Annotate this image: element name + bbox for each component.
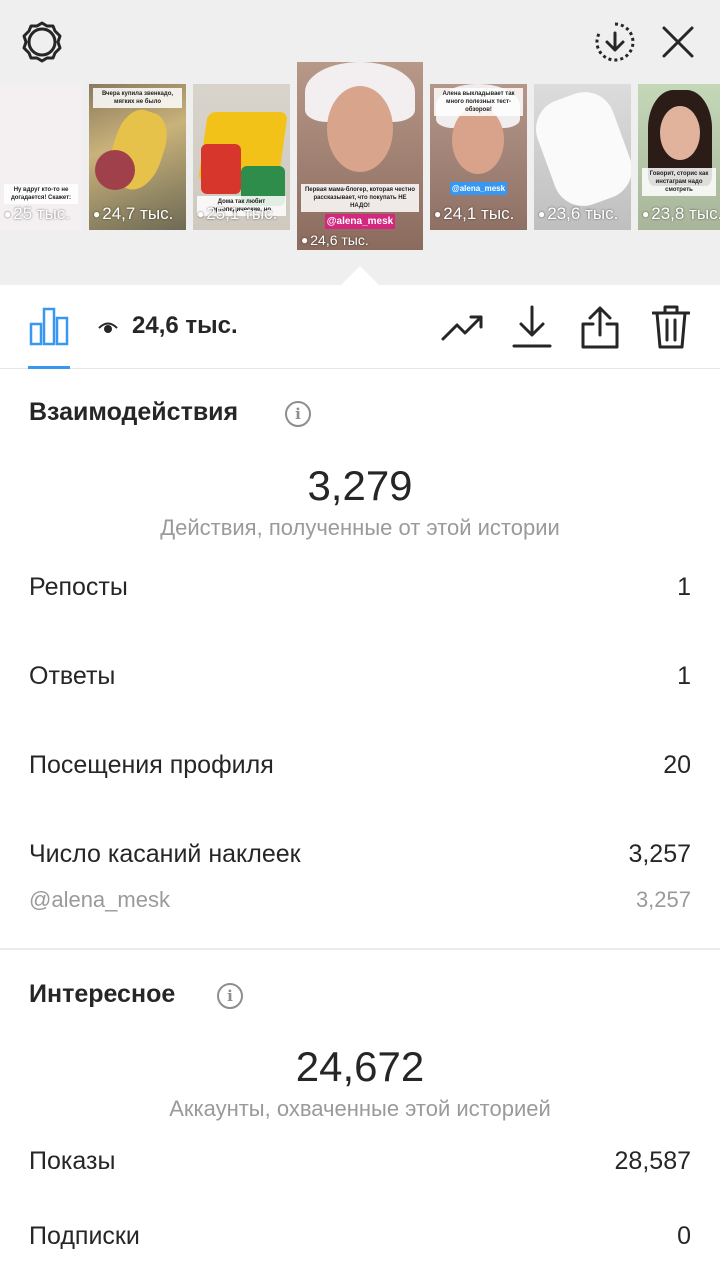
interactions-title: Взаимодействия — [29, 398, 239, 426]
story-views: ● 25,1 тыс. — [197, 204, 278, 223]
stat-label: Репосты — [29, 573, 128, 601]
stat-value: 3,257 — [628, 840, 691, 868]
stat-row-impressions: Показы 28,587 — [29, 1147, 691, 1176]
stat-value: 28,587 — [614, 1147, 691, 1175]
gear-icon — [22, 21, 62, 63]
story-views: ● 24,1 тыс. — [434, 204, 515, 223]
stat-row-follows: Подписки 0 — [29, 1222, 691, 1251]
download-circle-icon — [595, 22, 635, 62]
story-thumbnail[interactable]: Вчера купила звенкадо, мягких не было ● 2… — [89, 84, 186, 230]
story-thumbnail[interactable]: Дома так любит ортопедические, но ● 25,1 … — [193, 84, 290, 230]
delete-button[interactable] — [650, 304, 692, 350]
story-views: ● 24,6 тыс. — [301, 232, 369, 248]
stat-value: 1 — [677, 573, 691, 601]
story-caption: Алена выкладывает так много полезных тес… — [434, 88, 523, 116]
stat-label: Посещения профиля — [29, 751, 274, 779]
stat-value: 20 — [663, 751, 691, 779]
section-divider — [0, 948, 720, 950]
face-image — [660, 106, 700, 160]
insights-tab[interactable] — [28, 305, 70, 347]
stat-row-profile-visits: Посещения профиля 20 — [29, 751, 691, 780]
eye-icon: ● — [197, 207, 205, 221]
stat-label: Ответы — [29, 662, 116, 690]
face-image — [327, 86, 393, 172]
eye-icon: ● — [301, 233, 309, 247]
story-views: ● 25 тыс. — [4, 204, 71, 223]
mention-sticker: @alena_mesk — [325, 214, 395, 229]
save-story-button[interactable] — [593, 20, 637, 64]
views-count: 24,6 тыс. — [132, 312, 238, 339]
settings-button[interactable] — [20, 20, 64, 64]
eye-icon: ● — [434, 207, 442, 221]
discovery-total: 24,672 — [295, 1043, 425, 1090]
scribble-overlay — [534, 84, 631, 215]
download-icon — [512, 305, 552, 348]
story-views: ● 23,6 тыс. — [538, 204, 619, 223]
stat-row-replies: Ответы 1 — [29, 662, 691, 691]
story-thumbnail-active[interactable]: Первая мама-блогер, которая честно расск… — [297, 62, 423, 250]
info-icon[interactable]: i — [285, 401, 311, 427]
tab-underline — [28, 366, 70, 369]
mat-image — [201, 144, 241, 194]
eye-icon — [98, 318, 118, 338]
story-thumbnail[interactable]: Алена выкладывает так много полезных тес… — [430, 84, 527, 230]
stat-value: 3,257 — [635, 887, 691, 912]
interactions-total-label: Действия, полученные от этой истории — [160, 515, 560, 540]
mention-sticker: @alena_mesk — [450, 182, 507, 195]
story-thumbnail[interactable]: ● 23,6 тыс. — [534, 84, 631, 230]
info-icon[interactable]: i — [217, 983, 243, 1009]
face-image — [452, 106, 504, 174]
story-thumbnail[interactable]: Ну вдруг кто-то не догадается! Скажет: ●… — [0, 84, 82, 230]
stat-label: @alena_mesk — [29, 887, 170, 912]
story-thumbnail[interactable]: Говорит, сторис как инстаграм надо смотр… — [638, 84, 720, 230]
stat-value: 0 — [677, 1222, 691, 1250]
eye-icon: ● — [642, 207, 650, 221]
selected-story-pointer — [340, 266, 380, 286]
stat-label: Число касаний наклеек — [29, 840, 301, 868]
trend-icon — [441, 315, 483, 341]
story-caption: Вчера купила звенкадо, мягких не было — [93, 88, 182, 108]
story-views: ● 23,8 тыс. — [642, 204, 720, 223]
promote-button[interactable] — [440, 306, 486, 350]
stat-row-sticker-taps: Число касаний наклеек 3,257 — [29, 840, 691, 869]
story-caption: Говорит, сторис как инстаграм надо смотр… — [642, 168, 716, 196]
discovery-title: Интересное — [29, 980, 176, 1008]
story-caption: Ну вдруг кто-то не догадается! Скажет: — [4, 184, 78, 204]
stat-label: Показы — [29, 1147, 116, 1175]
story-caption: Первая мама-блогер, которая честно расск… — [301, 184, 419, 212]
story-views: ● 24,7 тыс. — [93, 204, 174, 223]
eye-icon: ● — [538, 207, 546, 221]
stories-carousel[interactable]: Ну вдруг кто-то не догадается! Скажет: ●… — [0, 62, 720, 252]
close-icon — [662, 26, 694, 58]
toy-image — [95, 150, 135, 190]
eye-icon: ● — [4, 207, 12, 221]
bar-chart-icon — [29, 307, 69, 346]
share-icon — [581, 306, 619, 349]
trash-icon — [652, 305, 690, 349]
stat-value: 1 — [677, 662, 691, 690]
stat-label: Подписки — [29, 1222, 140, 1250]
discovery-total-label: Аккаунты, охваченные этой историей — [169, 1096, 551, 1121]
download-button[interactable] — [511, 304, 553, 350]
stat-row-reposts: Репосты 1 — [29, 573, 691, 602]
close-button[interactable] — [658, 22, 698, 62]
share-button[interactable] — [578, 304, 622, 350]
eye-icon: ● — [93, 207, 101, 221]
stat-row-mention: @alena_mesk 3,257 — [29, 887, 691, 913]
interactions-total: 3,279 — [307, 462, 413, 509]
